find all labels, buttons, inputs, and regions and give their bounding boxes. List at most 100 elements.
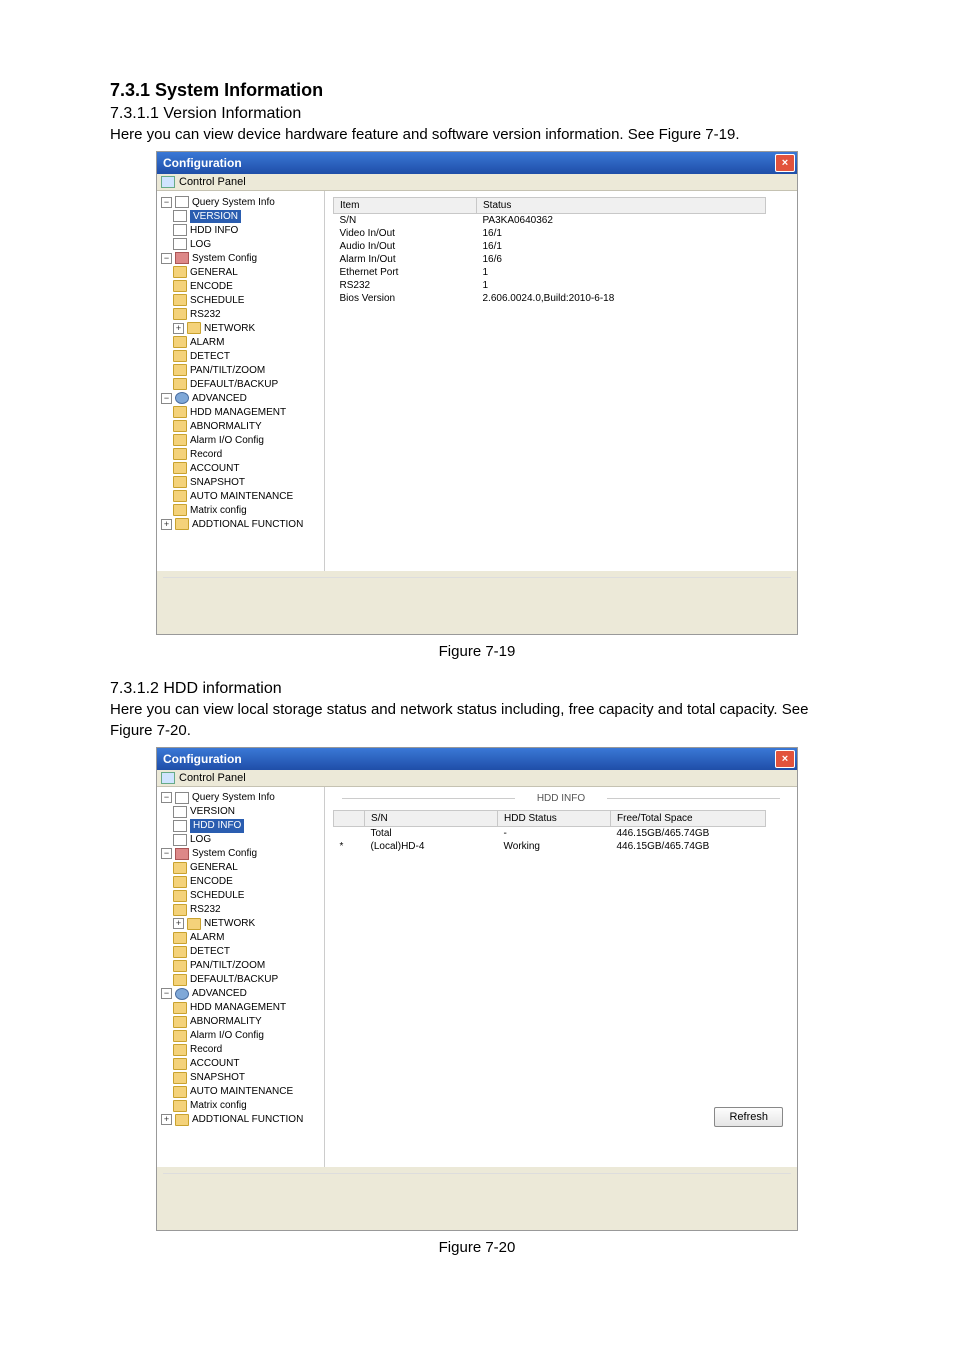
control-panel-label[interactable]: Control Panel <box>157 174 797 191</box>
folder-icon <box>187 322 201 334</box>
content-panel: HDD INFO S/N HDD Status Free/Total Space… <box>325 787 797 1167</box>
col-status[interactable]: Status <box>477 198 766 214</box>
tree-additional-function[interactable]: ADDTIONAL FUNCTION <box>192 1113 303 1127</box>
tool-icon <box>175 252 189 264</box>
tree-hdd-info[interactable]: HDD INFO <box>190 224 238 238</box>
tree-default-backup[interactable]: DEFAULT/BACKUP <box>190 973 278 987</box>
tree-matrix-config[interactable]: Matrix config <box>190 504 247 518</box>
tree-advanced[interactable]: ADVANCED <box>192 392 247 406</box>
tree-account[interactable]: ACCOUNT <box>190 1057 239 1071</box>
window-title: Configuration <box>163 156 242 170</box>
doc-icon <box>175 196 189 208</box>
folder-icon <box>173 1044 187 1056</box>
tree-advanced[interactable]: ADVANCED <box>192 987 247 1001</box>
tree-abnormality[interactable]: ABNORMALITY <box>190 1015 262 1029</box>
config-window-version: Configuration × Control Panel − Query Sys… <box>156 151 798 635</box>
tree-auto-maintenance[interactable]: AUTO MAINTENANCE <box>190 1085 293 1099</box>
gear-icon <box>175 392 189 404</box>
expand-icon[interactable]: + <box>161 1114 172 1125</box>
col-free-total[interactable]: Free/Total Space <box>611 810 766 826</box>
close-icon[interactable]: × <box>775 750 795 768</box>
nav-tree[interactable]: −Query System Info VERSION HDD INFO LOG … <box>157 191 325 571</box>
tree-schedule[interactable]: SCHEDULE <box>190 889 244 903</box>
refresh-button[interactable]: Refresh <box>714 1107 783 1127</box>
doc-icon <box>173 820 187 832</box>
tree-detect[interactable]: DETECT <box>190 350 230 364</box>
tree-general[interactable]: GENERAL <box>190 861 238 875</box>
cell-space: 446.15GB/465.74GB <box>611 840 766 853</box>
cell-status: 16/1 <box>477 240 766 253</box>
tree-network[interactable]: NETWORK <box>204 917 255 931</box>
tree-auto-maintenance[interactable]: AUTO MAINTENANCE <box>190 490 293 504</box>
tree-rs232[interactable]: RS232 <box>190 903 221 917</box>
doc-icon <box>173 210 187 222</box>
tree-hdd-management[interactable]: HDD MANAGEMENT <box>190 1001 286 1015</box>
tree-default-backup[interactable]: DEFAULT/BACKUP <box>190 378 278 392</box>
tree-query-system-info[interactable]: Query System Info <box>192 791 275 805</box>
tree-alarm-io[interactable]: Alarm I/O Config <box>190 1029 264 1043</box>
paragraph-7-3-1-1: Here you can view device hardware featur… <box>110 125 844 145</box>
close-icon[interactable]: × <box>775 154 795 172</box>
tree-log[interactable]: LOG <box>190 833 211 847</box>
cell-item: RS232 <box>334 279 477 292</box>
tree-ptz[interactable]: PAN/TILT/ZOOM <box>190 364 265 378</box>
control-panel-label[interactable]: Control Panel <box>157 770 797 787</box>
cell-status: 1 <box>477 266 766 279</box>
tree-alarm[interactable]: ALARM <box>190 931 224 945</box>
tree-detect[interactable]: DETECT <box>190 945 230 959</box>
tree-schedule[interactable]: SCHEDULE <box>190 294 244 308</box>
tree-log[interactable]: LOG <box>190 238 211 252</box>
collapse-icon[interactable]: − <box>161 848 172 859</box>
panel-title-hdd-info: HDD INFO <box>333 793 789 804</box>
col-item[interactable]: Item <box>334 198 477 214</box>
tree-encode[interactable]: ENCODE <box>190 875 233 889</box>
tree-record[interactable]: Record <box>190 448 222 462</box>
tree-ptz[interactable]: PAN/TILT/ZOOM <box>190 959 265 973</box>
tree-snapshot[interactable]: SNAPSHOT <box>190 1071 245 1085</box>
col-sn[interactable]: S/N <box>365 810 498 826</box>
collapse-icon[interactable]: − <box>161 253 172 264</box>
tree-alarm-io[interactable]: Alarm I/O Config <box>190 434 264 448</box>
doc-icon <box>175 792 189 804</box>
folder-icon <box>173 946 187 958</box>
tree-additional-function[interactable]: ADDTIONAL FUNCTION <box>192 518 303 532</box>
tree-record[interactable]: Record <box>190 1043 222 1057</box>
folder-icon <box>173 1058 187 1070</box>
col-hdd-status[interactable]: HDD Status <box>498 810 611 826</box>
collapse-icon[interactable]: − <box>161 792 172 803</box>
tree-matrix-config[interactable]: Matrix config <box>190 1099 247 1113</box>
cell-status: 16/1 <box>477 227 766 240</box>
tree-rs232[interactable]: RS232 <box>190 308 221 322</box>
expand-icon[interactable]: + <box>173 918 184 929</box>
cell-item: Bios Version <box>334 292 477 305</box>
tree-encode[interactable]: ENCODE <box>190 280 233 294</box>
hdd-info-table: S/N HDD Status Free/Total Space Total - … <box>333 810 766 853</box>
expand-icon[interactable]: + <box>173 323 184 334</box>
tree-network[interactable]: NETWORK <box>204 322 255 336</box>
expand-icon[interactable]: + <box>161 519 172 530</box>
doc-icon <box>173 806 187 818</box>
tree-version[interactable]: VERSION <box>190 805 235 819</box>
figure-caption-7-20: Figure 7-20 <box>110 1239 844 1256</box>
tree-general[interactable]: GENERAL <box>190 266 238 280</box>
folder-icon <box>175 1114 189 1126</box>
tree-hdd-info[interactable]: HDD INFO <box>190 819 244 833</box>
collapse-icon[interactable]: − <box>161 393 172 404</box>
folder-icon <box>173 504 187 516</box>
tree-system-config[interactable]: System Config <box>192 847 257 861</box>
doc-icon <box>173 224 187 236</box>
folder-icon <box>173 1002 187 1014</box>
tree-abnormality[interactable]: ABNORMALITY <box>190 420 262 434</box>
tree-system-config[interactable]: System Config <box>192 252 257 266</box>
tree-version[interactable]: VERSION <box>190 210 241 224</box>
tree-alarm[interactable]: ALARM <box>190 336 224 350</box>
tree-account[interactable]: ACCOUNT <box>190 462 239 476</box>
tree-snapshot[interactable]: SNAPSHOT <box>190 476 245 490</box>
folder-icon <box>173 378 187 390</box>
collapse-icon[interactable]: − <box>161 197 172 208</box>
tree-query-system-info[interactable]: Query System Info <box>192 196 275 210</box>
tree-hdd-management[interactable]: HDD MANAGEMENT <box>190 406 286 420</box>
nav-tree[interactable]: −Query System Info VERSION HDD INFO LOG … <box>157 787 325 1167</box>
folder-icon <box>173 1086 187 1098</box>
collapse-icon[interactable]: − <box>161 988 172 999</box>
